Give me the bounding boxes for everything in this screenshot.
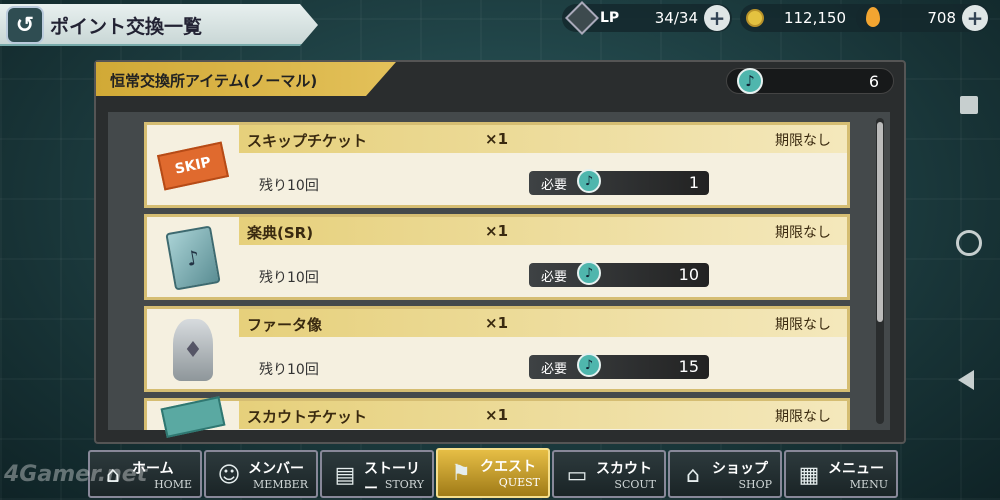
coin-icon: [746, 9, 764, 27]
item-quantity: ×1: [485, 314, 509, 332]
nav-sublabel: SCOUT: [614, 478, 656, 491]
home-system-icon[interactable]: [956, 230, 982, 256]
nav-label: メニュー: [828, 461, 884, 477]
item-name: スキップチケット: [247, 132, 368, 150]
requirement-box: 必要 ♪ 10: [529, 261, 709, 287]
requirement-value: 15: [678, 357, 699, 376]
nav-sublabel: SHOP: [738, 478, 772, 491]
item-remaining: 残り10回: [259, 270, 319, 286]
nav-scout[interactable]: ▭ スカウト SCOUT: [552, 450, 666, 498]
list-item[interactable]: スカウトチケット ×1 期限なし: [144, 396, 850, 438]
coin-value: 112,150: [783, 9, 846, 27]
nav-menu[interactable]: ▦ メニュー MENU: [784, 450, 898, 498]
menu-icon: ▦: [798, 462, 820, 488]
points-value: 6: [868, 72, 879, 91]
back-icon: ↺: [15, 12, 35, 38]
requirement-value: 10: [678, 265, 699, 284]
lp-icon: [565, 1, 599, 35]
item-limit: 期限なし: [775, 133, 831, 149]
lp-label: LP: [600, 10, 620, 26]
nav-quest[interactable]: ⚑ クエスト QUEST: [436, 448, 550, 498]
bottom-nav: ⌂ ホーム HOME ☺ メンバー MEMBER ▤ ストーリー STORY ⚑…: [88, 448, 918, 500]
points-box: ♪ 6: [726, 68, 894, 94]
list-item[interactable]: ♪ 楽典(SR) ×1 期限なし 残り10回 必要 ♪ 10: [144, 214, 850, 300]
panel-tab: 恒常交換所アイテム(ノーマル): [96, 62, 396, 96]
requirement-box: 必要 ♪ 1: [529, 169, 709, 195]
item-name: 楽典(SR): [247, 224, 314, 242]
nav-sublabel: MENU: [849, 478, 888, 491]
scout-icon: ▭: [566, 462, 588, 488]
item-name: スカウトチケット: [247, 408, 368, 426]
statue-icon: ♦: [173, 319, 213, 381]
nav-label: メンバー: [248, 461, 304, 477]
nav-sublabel: HOME: [154, 478, 192, 491]
lp-counter: LP 34/34 +: [562, 1, 732, 35]
lp-plus-button[interactable]: +: [704, 5, 730, 31]
gem-icon: [866, 7, 880, 27]
nav-sublabel: QUEST: [498, 476, 540, 489]
back-button[interactable]: ↺: [6, 6, 44, 44]
back-system-icon[interactable]: [958, 370, 974, 390]
requirement-label: 必要: [541, 270, 568, 285]
nav-label: ショップ: [712, 461, 768, 477]
requirement-value: 1: [688, 173, 699, 192]
note-icon: ♪: [577, 169, 601, 193]
story-icon: ▤: [334, 462, 356, 488]
nav-label: クエスト: [480, 459, 536, 475]
requirement-label: 必要: [541, 178, 568, 193]
nav-sublabel: STORY: [384, 478, 424, 491]
gem-counter: 708 +: [856, 4, 990, 32]
item-header: [239, 309, 847, 337]
note-icon: ♪: [577, 261, 601, 285]
gem-plus-button[interactable]: +: [962, 5, 988, 31]
item-remaining: 残り10回: [259, 362, 319, 378]
scrollbar-thumb[interactable]: [877, 122, 883, 322]
item-header: [239, 217, 847, 245]
nav-shop[interactable]: ⌂ ショップ SHOP: [668, 450, 782, 498]
nav-story[interactable]: ▤ ストーリー STORY: [320, 450, 434, 498]
list-item[interactable]: ♦ ファータ像 ×1 期限なし 残り10回 必要 ♪ 15: [144, 306, 850, 392]
watermark: 4Gamer.net: [4, 462, 148, 487]
gem-value: 708: [927, 9, 956, 27]
item-quantity: ×1: [485, 222, 509, 240]
nav-label: スカウト: [596, 461, 652, 477]
item-quantity: ×1: [485, 130, 509, 148]
item-thumbnail: SKIP: [155, 135, 231, 197]
member-icon: ☺: [217, 462, 241, 488]
page-title: ポイント交換一覧: [50, 16, 203, 38]
lp-value: 34/34: [654, 9, 698, 27]
list-item[interactable]: SKIP スキップチケット ×1 期限なし 残り10回 必要 ♪ 1: [144, 122, 850, 208]
item-limit: 期限なし: [775, 317, 831, 333]
shop-icon: ⌂: [686, 462, 700, 488]
note-icon: ♪: [577, 353, 601, 377]
item-thumbnail: ♦: [155, 319, 231, 381]
book-icon: ♪: [165, 225, 221, 291]
note-icon: ♪: [737, 68, 763, 94]
recent-apps-icon[interactable]: [960, 96, 978, 114]
nav-sublabel: MEMBER: [253, 478, 308, 491]
item-thumbnail: ♪: [155, 225, 231, 291]
requirement-box: 必要 ♪ 15: [529, 353, 709, 379]
item-limit: 期限なし: [775, 409, 831, 425]
item-quantity: ×1: [485, 406, 509, 424]
nav-member[interactable]: ☺ メンバー MEMBER: [204, 450, 318, 498]
quest-icon: ⚑: [451, 460, 471, 486]
item-limit: 期限なし: [775, 225, 831, 241]
item-remaining: 残り10回: [259, 178, 319, 194]
item-thumbnail: [155, 396, 231, 438]
item-name: ファータ像: [247, 316, 323, 334]
requirement-label: 必要: [541, 362, 568, 377]
skip-ticket-icon: SKIP: [156, 141, 230, 191]
